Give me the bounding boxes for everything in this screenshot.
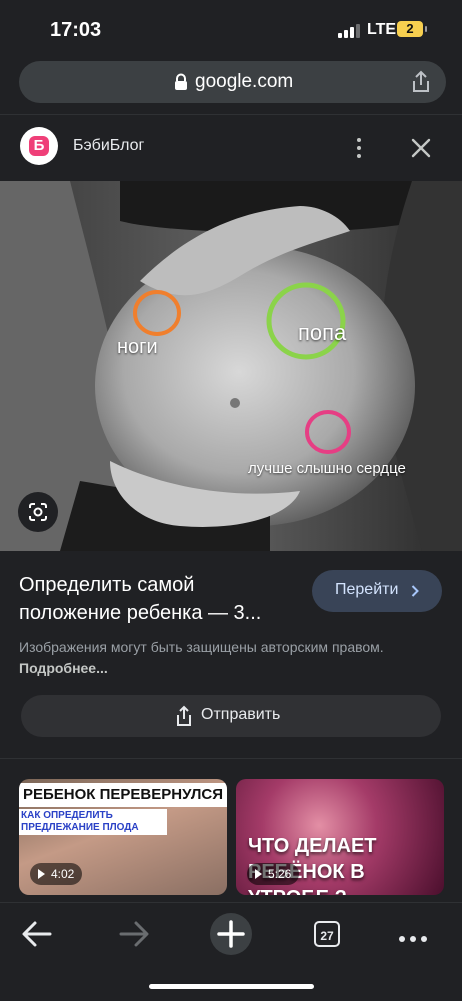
video-1-banner: РЕБЕНОК ПЕРЕВЕРНУЛСЯ: [19, 783, 227, 807]
forward-arrow-icon[interactable]: [117, 918, 151, 950]
lock-icon: [175, 73, 187, 90]
legs-marker: [133, 290, 181, 336]
tab-switcher-button[interactable]: 27: [314, 921, 340, 947]
status-time: 17:03: [50, 19, 102, 41]
copyright-notice: Изображения могут быть защищены авторски…: [19, 637, 439, 679]
new-tab-button[interactable]: [210, 913, 252, 955]
copyright-text: Изображения могут быть защищены авторски…: [19, 639, 384, 655]
address-bar[interactable]: google.com: [19, 61, 446, 103]
site-logo[interactable]: Б: [20, 127, 58, 165]
more-options-icon[interactable]: [349, 136, 369, 160]
back-arrow-icon[interactable]: [20, 918, 54, 950]
site-logo-letter: Б: [29, 136, 49, 156]
lens-icon: [29, 503, 47, 521]
label-heart: лучше слышно сердце: [248, 460, 406, 477]
network-type: LTE: [367, 21, 397, 38]
share-icon: [177, 705, 191, 726]
play-icon: [255, 869, 262, 879]
label-bottom: попа: [298, 320, 347, 345]
site-name[interactable]: БэбиБлог: [73, 137, 144, 155]
signal-icon: [338, 24, 362, 38]
menu-icon[interactable]: [399, 929, 433, 942]
home-indicator: [149, 984, 314, 989]
status-bar: 17:03 LTE 2: [0, 0, 462, 58]
result-title[interactable]: Определить самой положение ребенка — 3..…: [19, 571, 299, 627]
play-icon: [38, 869, 45, 879]
related-video-2[interactable]: ЧТО ДЕЛАЕТ РЕБЁНОК В УТРОБЕ ? 5:26: [236, 779, 444, 895]
divider: [0, 758, 462, 759]
share-icon[interactable]: [410, 70, 432, 94]
video-2-duration: 5:26: [247, 863, 300, 885]
visit-button[interactable]: Перейти: [312, 570, 442, 612]
heart-marker: [305, 410, 351, 454]
video-1-subtitle: КАК ОПРЕДЕЛИТЬ ПРЕДЛЕЖАНИЕ ПЛОДА: [19, 809, 167, 835]
label-legs: ноги: [117, 336, 158, 358]
chevron-right-icon: [411, 585, 419, 597]
share-label: Отправить: [201, 706, 281, 723]
close-icon[interactable]: [407, 134, 435, 162]
preview-image[interactable]: [0, 181, 462, 551]
learn-more-link[interactable]: Подробнее...: [19, 660, 108, 676]
url-text: google.com: [195, 71, 294, 92]
visit-label: Перейти: [335, 581, 399, 598]
image-viewer-header: [0, 114, 462, 181]
battery-icon: 2: [397, 21, 427, 37]
video-1-duration: 4:02: [30, 863, 83, 885]
lens-search-button[interactable]: [18, 492, 58, 532]
plus-icon: [217, 920, 245, 948]
pregnant-belly-photo: [0, 181, 462, 551]
share-button[interactable]: Отправить: [21, 695, 441, 737]
related-video-1[interactable]: РЕБЕНОК ПЕРЕВЕРНУЛСЯ КАК ОПРЕДЕЛИТЬ ПРЕД…: [19, 779, 227, 895]
